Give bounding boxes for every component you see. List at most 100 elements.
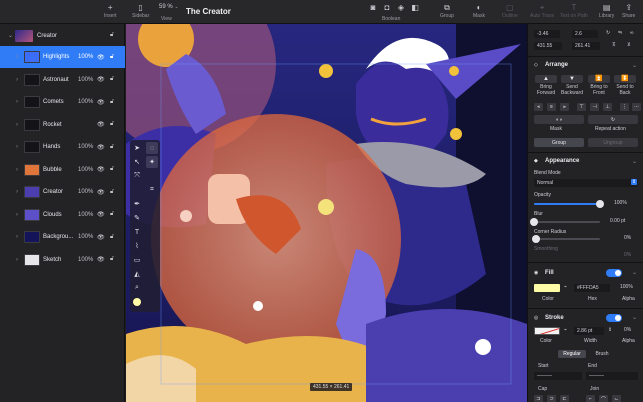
pencil-tool[interactable]: ✎	[131, 212, 143, 224]
opacity-slider[interactable]	[534, 200, 604, 208]
x-field[interactable]: -3.46	[534, 30, 560, 38]
brush-tool[interactable]: ⌇	[131, 240, 143, 252]
rectangle-tool[interactable]: ▭	[131, 254, 143, 266]
share-button[interactable]: ⇪ Share	[622, 3, 635, 19]
height-field[interactable]: 261.41	[572, 42, 600, 50]
tab-brush[interactable]: Brush	[588, 350, 616, 358]
layer-row[interactable]: › Sketch 100% 👁︎ 🔓︎	[0, 249, 125, 271]
blur-slider[interactable]	[530, 218, 600, 226]
lock-icon[interactable]: 🔓︎	[110, 234, 114, 241]
align-center-button[interactable]: ≡	[547, 103, 556, 111]
eye-icon[interactable]: 👁︎	[97, 189, 105, 196]
node-tool[interactable]: ✦	[146, 156, 158, 168]
layer-row[interactable]: › Highlights 100% 👁︎ 🔓︎	[0, 46, 125, 68]
eye-icon[interactable]: 👁︎	[97, 166, 105, 173]
cap-round-button[interactable]: ⊃	[547, 395, 556, 402]
stroke-alpha-field[interactable]: 0%	[624, 327, 631, 333]
union-button[interactable]: ◙	[367, 3, 379, 13]
lock-icon[interactable]: 🔓︎	[110, 189, 114, 196]
sidebar-button[interactable]: ▯ Sidebar	[132, 3, 149, 19]
lasso-tool[interactable]: ◌	[146, 142, 158, 154]
pen-tool[interactable]: ✒	[131, 198, 143, 210]
flip-icon[interactable]: ⇋	[618, 30, 622, 36]
mask-button[interactable]: ◐ Mask	[473, 3, 485, 19]
ungroup-button[interactable]: Ungroup	[588, 138, 638, 147]
fill-alpha-field[interactable]: 100%	[620, 284, 633, 290]
chevron-right-icon[interactable]: ›	[16, 212, 18, 218]
eyedropper-icon[interactable]: ⌁	[564, 284, 567, 290]
send-to-back-button[interactable]: ⏬ Send to Back	[612, 75, 638, 96]
blur-value[interactable]: 0.00 pt	[610, 218, 625, 224]
crop-tool[interactable]: ⌗	[146, 184, 158, 196]
fill-tool[interactable]: ◭	[131, 268, 143, 280]
join-round-button[interactable]: ⌒	[599, 395, 608, 402]
lock-icon[interactable]: 🔓︎	[110, 32, 114, 39]
layer-row[interactable]: › Clouds 100% 👁︎ 🔓︎	[0, 204, 125, 226]
link-icon[interactable]: ∞	[630, 30, 634, 36]
distribute-button[interactable]: ⋮	[620, 103, 629, 111]
corner-radius-slider[interactable]	[532, 235, 600, 243]
start-arrow-select[interactable]: ———	[534, 372, 582, 380]
stroke-width-field[interactable]: 2.86 pt	[574, 327, 604, 335]
outline-button[interactable]: ▢ Outline	[502, 3, 518, 19]
align-left-button[interactable]: ⫷	[534, 103, 543, 111]
stepper-icon[interactable]: ⇕	[608, 327, 612, 333]
fill-toggle[interactable]	[606, 269, 622, 277]
distribute-vertical-button[interactable]: ⋯	[632, 103, 641, 111]
text-tool[interactable]: T	[131, 226, 143, 238]
lock-icon[interactable]: 🔓︎	[110, 211, 114, 218]
eye-icon[interactable]: 👁︎	[97, 121, 105, 128]
intersect-button[interactable]: ◈	[395, 3, 407, 13]
auto-trace-button[interactable]: ⌖ Auto Trace	[530, 3, 554, 19]
layer-row[interactable]: › Bubble 100% 👁︎ 🔓︎	[0, 159, 125, 181]
group-button[interactable]: ⧉ Group	[440, 3, 454, 19]
chevron-right-icon[interactable]: ›	[16, 122, 18, 128]
opacity-value[interactable]: 100%	[614, 200, 627, 206]
tab-regular[interactable]: Regular	[558, 350, 586, 358]
layer-row[interactable]: › Rocket 👁︎ 🔓︎	[0, 114, 125, 136]
fill-color-swatch[interactable]	[131, 296, 143, 308]
blend-mode-select[interactable]: Normal	[534, 179, 638, 187]
group-button[interactable]: Group	[534, 138, 584, 147]
join-bevel-button[interactable]: ⌙	[612, 395, 621, 402]
rotate-icon[interactable]: ↻	[606, 30, 610, 36]
layer-row[interactable]: › Astronaut 100% 👁︎ 🔓︎	[0, 69, 125, 91]
align-top-button[interactable]: ⊤	[577, 103, 586, 111]
stroke-toggle[interactable]	[606, 314, 622, 322]
chevron-right-icon[interactable]: ›	[16, 167, 18, 173]
fill-color-swatch[interactable]	[534, 284, 560, 292]
eye-icon[interactable]: 👁︎	[97, 211, 105, 218]
library-button[interactable]: ▤ Library	[599, 3, 614, 19]
lock-icon[interactable]: 🔓︎	[110, 99, 114, 106]
stroke-color-swatch[interactable]	[534, 327, 560, 335]
end-arrow-select[interactable]: ———	[586, 372, 638, 380]
layer-group-creator[interactable]: ⌄ Creator 🔓︎	[0, 28, 125, 44]
layer-row[interactable]: › Hands 100% 👁︎ 🔓︎	[0, 136, 125, 158]
send-backward-button[interactable]: ▼ Send Backward	[559, 75, 585, 96]
cap-square-button[interactable]: ⊏	[560, 395, 569, 402]
join-miter-button[interactable]: ⌐	[586, 395, 595, 402]
canvas[interactable]	[126, 24, 527, 402]
lock-icon[interactable]: 🔓︎	[110, 144, 114, 151]
chevron-right-icon[interactable]: ›	[16, 54, 18, 60]
flip-horizontal-icon[interactable]: ⊻	[627, 42, 631, 48]
direct-select-tool[interactable]: ↖	[131, 156, 143, 168]
chevron-right-icon[interactable]: ›	[16, 99, 18, 105]
zoom-tool[interactable]: ⌕	[131, 282, 143, 294]
width-field[interactable]: 431.55	[534, 42, 562, 50]
lock-icon[interactable]: 🔓︎	[110, 54, 114, 61]
align-middle-button[interactable]: ⊣	[590, 103, 599, 111]
align-bottom-button[interactable]: ⊥	[603, 103, 612, 111]
chevron-down-icon[interactable]: ⌄	[8, 32, 13, 39]
lock-icon[interactable]: 🔓︎	[110, 256, 114, 263]
bring-forward-button[interactable]: ▲ Bring Forward	[533, 75, 559, 96]
zoom-menu[interactable]: 59 % ⌄ View	[159, 4, 179, 22]
eyedropper-icon[interactable]: ⌁	[564, 327, 567, 333]
chevron-down-icon[interactable]: ⌄	[632, 269, 637, 276]
layer-row[interactable]: › Backgrou... 100% 👁︎ 🔓︎	[0, 226, 125, 248]
corner-radius-value[interactable]: 0%	[624, 235, 631, 241]
eye-icon[interactable]: 👁︎	[97, 234, 105, 241]
eye-icon[interactable]: 👁︎	[97, 76, 105, 83]
transform-tool[interactable]: ⤧	[131, 170, 143, 182]
align-right-button[interactable]: ⫸	[560, 103, 569, 111]
